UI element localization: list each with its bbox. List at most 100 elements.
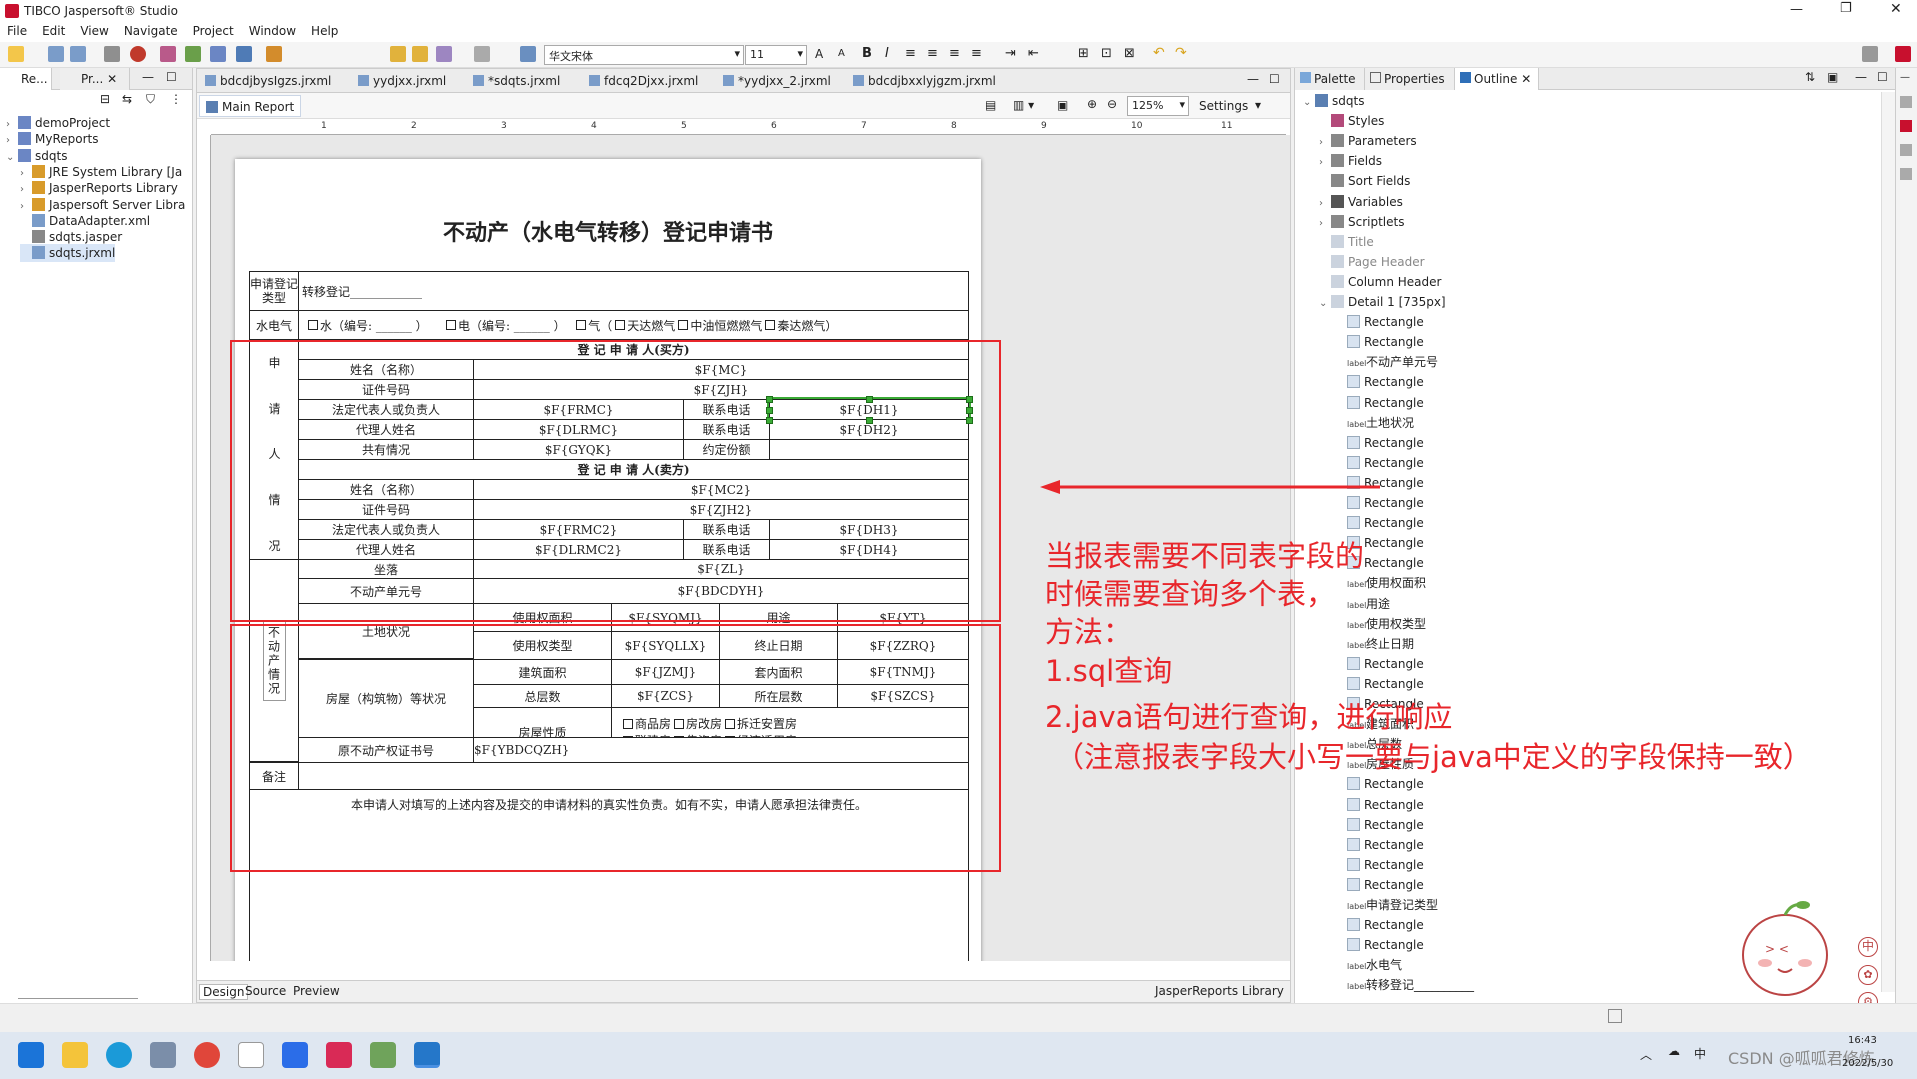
- notepad-icon[interactable]: [370, 1042, 396, 1068]
- tab-preview[interactable]: Preview: [293, 984, 340, 998]
- size-icon[interactable]: ⊡: [1101, 46, 1112, 61]
- intellij-icon[interactable]: [326, 1042, 352, 1068]
- strip-min-icon[interactable]: —: [1900, 72, 1910, 83]
- outline-item[interactable]: Styles: [1319, 112, 1384, 130]
- zoom-combo[interactable]: 125%: [1127, 96, 1189, 116]
- tab-main-report[interactable]: Main Report: [199, 95, 302, 117]
- build-icon[interactable]: [104, 46, 120, 62]
- tree-item[interactable]: › JasperReports Library: [20, 179, 178, 197]
- start-icon[interactable]: [18, 1042, 44, 1068]
- outline-item[interactable]: Rectangle: [1335, 434, 1424, 452]
- tab-design[interactable]: Design: [199, 984, 249, 1000]
- strip-icon-2[interactable]: [1900, 120, 1912, 132]
- outline-view-icon[interactable]: ▣: [1827, 70, 1838, 84]
- status-progress-icon[interactable]: [1608, 1009, 1622, 1023]
- outline-maximize-icon[interactable]: ☐: [1877, 70, 1888, 84]
- dataset-icon[interactable]: ▤: [985, 98, 996, 112]
- outline-item[interactable]: ⌄ sdqts: [1303, 92, 1364, 110]
- italic-icon[interactable]: I: [885, 46, 889, 61]
- outline-minimize-icon[interactable]: —: [1855, 70, 1867, 84]
- font-decrease-icon[interactable]: A: [838, 48, 845, 59]
- editor-tab[interactable]: *yydjxx_2.jrxml: [717, 71, 837, 93]
- close-tab-icon[interactable]: ✕: [107, 72, 117, 86]
- tray-date[interactable]: 2022/5/30: [1842, 1058, 1893, 1069]
- tree-item[interactable]: › demoProject: [6, 114, 110, 132]
- outline-item[interactable]: Rectangle: [1335, 675, 1424, 693]
- power-checkbox[interactable]: [445, 320, 456, 330]
- tree-item[interactable]: ⌄ sdqts: [6, 147, 67, 165]
- tree-item[interactable]: › JRE System Library [Ja: [20, 163, 182, 181]
- twisty-icon[interactable]: ›: [1319, 215, 1331, 233]
- outline-item[interactable]: label终止日期: [1335, 635, 1414, 653]
- report-wizard-icon[interactable]: [160, 46, 176, 62]
- tab-outline[interactable]: Outline ✕: [1455, 68, 1539, 90]
- outline-item[interactable]: Rectangle: [1335, 936, 1424, 954]
- tree-item[interactable]: DataAdapter.xml: [20, 212, 150, 230]
- strip-icon-4[interactable]: [1900, 168, 1912, 180]
- outline-item[interactable]: label不动产单元号: [1335, 353, 1438, 371]
- tab-palette[interactable]: Palette: [1295, 68, 1365, 90]
- maximize-view-icon[interactable]: ☐: [166, 70, 177, 84]
- feishu-icon[interactable]: [282, 1042, 308, 1068]
- editor-tab[interactable]: fdcq2Djxx.jrxml: [583, 71, 704, 93]
- outline-item[interactable]: Rectangle: [1335, 494, 1424, 512]
- apply-type-label[interactable]: 申请登记类型: [249, 271, 299, 311]
- outline-item[interactable]: label转移登记__________: [1335, 976, 1474, 992]
- utility-options[interactable]: 水（编号: ______ ） 电（编号: ______ ） 气（ 天达燃气 中油…: [298, 310, 969, 340]
- tab-repository[interactable]: Re...: [0, 68, 52, 90]
- outline-toolbar-icon[interactable]: ⇅: [1805, 70, 1815, 84]
- tray-time[interactable]: 16:43: [1848, 1035, 1877, 1046]
- maximize-button[interactable]: ❐: [1840, 1, 1852, 16]
- typora-icon[interactable]: [238, 1042, 264, 1068]
- align-center-icon[interactable]: ≡: [927, 46, 938, 61]
- file-explorer-icon[interactable]: [62, 1042, 88, 1068]
- twisty-icon[interactable]: ›: [1319, 154, 1331, 172]
- outline-item[interactable]: Rectangle: [1335, 655, 1424, 673]
- floating-ime-badge[interactable]: 中: [1858, 937, 1878, 957]
- menu-edit[interactable]: Edit: [35, 22, 73, 38]
- tree-item[interactable]: › MyReports: [6, 130, 99, 148]
- editor-minimize-icon[interactable]: —: [1247, 72, 1259, 86]
- report-title[interactable]: 不动产（水电气转移）登记申请书: [235, 215, 981, 247]
- forward-icon[interactable]: [412, 46, 428, 62]
- tree-item[interactable]: › Jaspersoft Server Libra: [20, 196, 185, 214]
- nav-fwd-icon[interactable]: [474, 46, 490, 62]
- redo-icon[interactable]: ↷: [1175, 45, 1187, 61]
- menu-view[interactable]: View: [73, 22, 116, 38]
- menu-window[interactable]: Window: [242, 22, 304, 38]
- outline-item[interactable]: › Parameters: [1319, 132, 1417, 150]
- outline-item[interactable]: Rectangle: [1335, 816, 1424, 834]
- qinda-checkbox[interactable]: [765, 320, 776, 330]
- tab-source[interactable]: Source: [245, 984, 286, 998]
- tray-ime[interactable]: 中: [1694, 1045, 1706, 1062]
- outline-item[interactable]: Rectangle: [1335, 373, 1424, 391]
- tree-item[interactable]: sdqts.jasper: [20, 228, 122, 246]
- outline-item[interactable]: › Fields: [1319, 152, 1382, 170]
- tree-item[interactable]: sdqts.jrxml: [20, 244, 116, 263]
- layout-icon[interactable]: ⊞: [1078, 46, 1089, 61]
- editor-maximize-icon[interactable]: ☐: [1269, 72, 1280, 86]
- strip-icon-1[interactable]: [1900, 96, 1912, 108]
- apply-type-value[interactable]: 转移登记____________: [298, 271, 969, 311]
- outline-item[interactable]: Rectangle: [1335, 514, 1424, 532]
- outline-item[interactable]: Column Header: [1319, 273, 1441, 291]
- new-icon[interactable]: [8, 46, 24, 62]
- twisty-icon[interactable]: ⌄: [1303, 94, 1315, 112]
- outline-item[interactable]: Page Header: [1319, 253, 1425, 271]
- outline-item[interactable]: Rectangle: [1335, 836, 1424, 854]
- twisty-icon[interactable]: ›: [1319, 195, 1331, 213]
- datasource-icon[interactable]: [236, 46, 252, 62]
- zhongyou-checkbox[interactable]: [678, 320, 689, 330]
- justify-icon[interactable]: ≡: [971, 46, 982, 61]
- font-size-combo[interactable]: 11: [745, 45, 807, 65]
- outline-item[interactable]: Rectangle: [1335, 796, 1424, 814]
- menu-help[interactable]: Help: [304, 22, 346, 38]
- outline-item[interactable]: Rectangle: [1335, 454, 1424, 472]
- jaspersoft-perspective-icon[interactable]: [1895, 46, 1911, 62]
- utility-label[interactable]: 水电气: [249, 310, 299, 340]
- zoom-out-icon[interactable]: ⊖: [1107, 97, 1117, 111]
- tianda-checkbox[interactable]: [615, 320, 626, 330]
- outline-item[interactable]: Rectangle: [1335, 916, 1424, 934]
- floating-paw-icon[interactable]: ✿: [1858, 965, 1878, 985]
- layout-menu-icon[interactable]: ▥ ▾: [1013, 98, 1034, 112]
